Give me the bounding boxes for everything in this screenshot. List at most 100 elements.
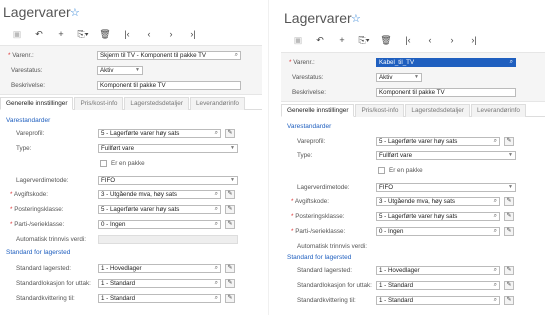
undo-icon[interactable]: ↶ [28, 28, 50, 40]
search-icon[interactable]: ⌕ [494, 297, 497, 304]
varenr-input[interactable]: Skjerm til TV - Komponent til pakke TV ⌕ [97, 51, 241, 60]
search-icon[interactable]: ⌕ [215, 295, 218, 302]
plus-icon[interactable]: + [331, 34, 353, 46]
plus-icon[interactable]: + [50, 28, 72, 40]
parti-input[interactable]: 0 - Ingen ⌕ [98, 220, 221, 229]
save-icon[interactable]: ▣ [287, 34, 309, 46]
section-varestandarder: Varestandarder [287, 123, 332, 130]
avgift-input[interactable]: 3 - Utgående mva, høy sats ⌕ [98, 190, 221, 199]
search-icon[interactable]: ⌕ [494, 198, 497, 205]
last-icon[interactable]: ›| [182, 28, 204, 40]
prev-icon[interactable]: ‹ [419, 34, 441, 46]
search-icon[interactable]: ⌕ [494, 267, 497, 274]
search-icon[interactable]: ⌕ [494, 228, 497, 235]
tab-lagersted[interactable]: Lagerstedsdetaljer [124, 97, 189, 110]
pencil-icon[interactable]: ✎ [225, 264, 235, 273]
copy-icon[interactable]: ⎘▾ [353, 34, 375, 46]
search-icon[interactable]: ⌕ [494, 282, 497, 289]
save-icon[interactable]: ▣ [6, 28, 28, 40]
lagerverdi-select[interactable]: FIFO ▼ [98, 176, 238, 185]
star-icon[interactable]: ☆ [70, 6, 80, 19]
lagersted-value: 1 - Hovedlager [101, 265, 142, 272]
avgift-value: 3 - Utgående mva, høy sats [101, 191, 178, 198]
tab-lagersted[interactable]: Lagerstedsdetaljer [405, 104, 470, 117]
pakke-checkbox[interactable] [378, 167, 385, 174]
trash-icon[interactable]: 🗑 [375, 34, 397, 46]
type-select[interactable]: Fullført vare ▼ [98, 144, 238, 153]
pencil-icon[interactable]: ✎ [225, 220, 235, 229]
pakke-label: Er en pakke [111, 160, 145, 167]
beskrivelse-input[interactable]: Komponent til pakke TV [97, 81, 241, 90]
postering-input[interactable]: 5 - Lagerførte varer høy sats ⌕ [98, 205, 221, 214]
last-icon[interactable]: ›| [463, 34, 485, 46]
tab-generelle[interactable]: Generelle innstillinger [0, 97, 74, 110]
prev-icon[interactable]: ‹ [138, 28, 160, 40]
postering-input[interactable]: 5 - Lagerførte varer høy sats ⌕ [376, 212, 500, 221]
first-icon[interactable]: |‹ [397, 34, 419, 46]
item-header: Varenr.: Skjerm til TV - Komponent til p… [0, 45, 262, 95]
pencil-icon[interactable]: ✎ [504, 137, 514, 146]
search-icon[interactable]: ⌕ [215, 265, 218, 272]
search-icon[interactable]: ⌕ [235, 52, 238, 59]
next-icon[interactable]: › [160, 28, 182, 40]
status-select[interactable]: Aktiv ▼ [376, 73, 422, 82]
uttak-input[interactable]: 1 - Standard ⌕ [98, 279, 221, 288]
search-icon[interactable]: ⌕ [494, 138, 497, 145]
vareprofil-input[interactable]: 5 - Lagerførte varer høy sats ⌕ [98, 129, 221, 138]
trash-icon[interactable]: 🗑 [94, 28, 116, 40]
type-select[interactable]: Fullført vare ▼ [376, 151, 516, 160]
undo-icon[interactable]: ↶ [309, 34, 331, 46]
next-icon[interactable]: › [441, 34, 463, 46]
auto-input[interactable] [98, 235, 238, 244]
first-icon[interactable]: |‹ [116, 28, 138, 40]
status-select[interactable]: Aktiv ▼ [97, 66, 143, 75]
pencil-icon[interactable]: ✎ [225, 279, 235, 288]
kvittering-input[interactable]: 1 - Standard ⌕ [376, 296, 500, 305]
beskrivelse-input[interactable]: Komponent til pakke TV [376, 88, 516, 97]
divider [268, 0, 269, 315]
pencil-icon[interactable]: ✎ [504, 212, 514, 221]
avgift-label: Avgiftskode: [10, 190, 48, 199]
lagersted-input[interactable]: 1 - Hovedlager ⌕ [98, 264, 221, 273]
pencil-icon[interactable]: ✎ [504, 281, 514, 290]
chevron-down-icon: ▼ [230, 145, 235, 151]
pencil-icon[interactable]: ✎ [225, 129, 235, 138]
star-icon[interactable]: ☆ [351, 12, 361, 25]
search-icon[interactable]: ⌕ [215, 280, 218, 287]
pencil-icon[interactable]: ✎ [504, 227, 514, 236]
varenr-input[interactable]: Kabel_til_TV ⌕ [376, 58, 516, 67]
tab-pris[interactable]: Pris/kost-info [355, 104, 405, 117]
uttak-value: 1 - Standard [101, 280, 136, 287]
search-icon[interactable]: ⌕ [215, 130, 218, 137]
parti-label: Parti-/serieklasse: [291, 227, 345, 236]
search-icon[interactable]: ⌕ [215, 221, 218, 228]
search-icon[interactable]: ⌕ [215, 206, 218, 213]
pencil-icon[interactable]: ✎ [504, 197, 514, 206]
pakke-checkbox[interactable] [100, 160, 107, 167]
pencil-icon[interactable]: ✎ [225, 294, 235, 303]
tab-pris[interactable]: Pris/kost-info [74, 97, 124, 110]
search-icon[interactable]: ⌕ [510, 59, 513, 66]
pencil-icon[interactable]: ✎ [225, 190, 235, 199]
vareprofil-input[interactable]: 5 - Lagerførte varer høy sats ⌕ [376, 137, 500, 146]
copy-icon[interactable]: ⎘▾ [72, 28, 94, 40]
right-panel: Lagervarer ☆ ▣ ↶ + ⎘▾ 🗑 |‹ ‹ › ›| Varenr… [281, 0, 545, 315]
parti-input[interactable]: 0 - Ingen ⌕ [376, 227, 500, 236]
pencil-icon[interactable]: ✎ [225, 205, 235, 214]
avgift-input[interactable]: 3 - Utgående mva, høy sats ⌕ [376, 197, 500, 206]
search-icon[interactable]: ⌕ [494, 213, 497, 220]
avgift-value: 3 - Utgående mva, høy sats [379, 198, 456, 205]
tab-leverandor[interactable]: Leverandørinfo [471, 104, 526, 117]
uttak-input[interactable]: 1 - Standard ⌕ [376, 281, 500, 290]
page-title: Lagervarer [284, 10, 352, 26]
type-value: Fullført vare [379, 152, 413, 159]
chevron-down-icon: ▼ [508, 184, 513, 190]
search-icon[interactable]: ⌕ [215, 191, 218, 198]
pencil-icon[interactable]: ✎ [504, 266, 514, 275]
tab-generelle[interactable]: Generelle innstillinger [281, 104, 355, 117]
pencil-icon[interactable]: ✎ [504, 296, 514, 305]
lagersted-input[interactable]: 1 - Hovedlager ⌕ [376, 266, 500, 275]
kvittering-input[interactable]: 1 - Standard ⌕ [98, 294, 221, 303]
tab-leverandor[interactable]: Leverandørinfo [190, 97, 245, 110]
lagerverdi-select[interactable]: FIFO ▼ [376, 183, 516, 192]
